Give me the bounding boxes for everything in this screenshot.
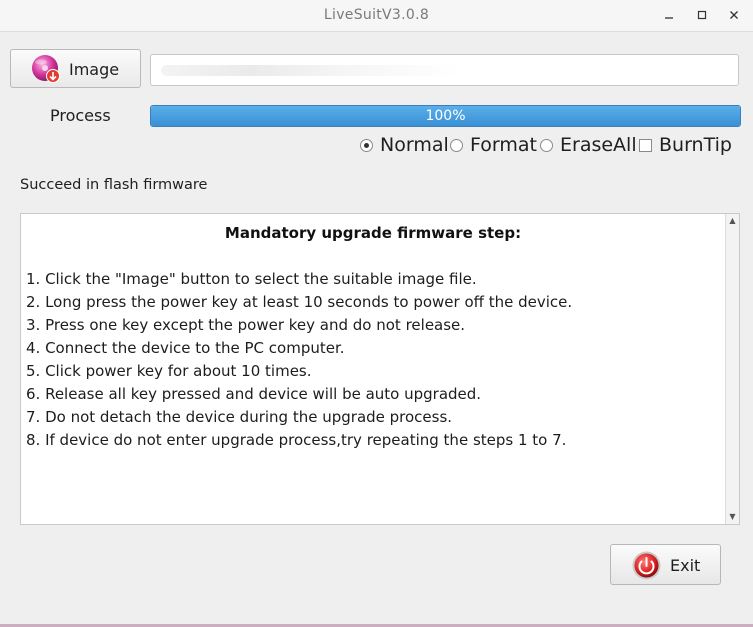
maximize-icon [697,10,707,20]
list-item: 3. Press one key except the power key an… [26,316,466,334]
radio-format[interactable] [450,139,463,152]
instructions-steps: 1. Click the "Image" button to select th… [26,268,572,452]
image-button-label: Image [69,60,120,79]
list-item: 5. Click power key for about 10 times. [26,362,312,380]
mode-burntip-label: BurnTip [659,134,732,156]
minimize-button[interactable] [657,4,681,28]
list-item: 1. Click the "Image" button to select th… [26,270,477,288]
instructions-heading: Mandatory upgrade firmware step: [224,224,522,242]
exit-power-icon [632,551,661,580]
image-disc-icon [32,55,60,83]
status-text: Succeed in flash firmware [20,177,208,193]
progress-percentage: 100% [425,108,466,124]
list-item: 6. Release all key pressed and device wi… [26,385,482,403]
list-item: 2. Long press the power key at least 10 … [26,293,573,311]
exit-button[interactable]: Exit [610,544,721,585]
mode-format-label: Format [470,134,537,156]
maximize-button[interactable] [690,4,714,28]
close-icon [730,11,738,19]
list-item: 4. Connect the device to the PC computer… [26,339,345,357]
minimize-icon [665,17,673,19]
process-label: Process [50,106,111,125]
title-bar: LiveSuitV3.0.8 [0,0,753,32]
checkbox-burntip[interactable] [639,139,652,152]
instructions-box[interactable]: Mandatory upgrade firmware step: 1. Clic… [20,213,740,525]
blurred-path [161,65,461,76]
radio-normal[interactable] [360,139,373,152]
mode-eraseall-label: EraseAll [560,134,637,156]
close-button[interactable] [722,4,746,28]
progress-bar: 100% [150,105,741,127]
scroll-down-icon[interactable]: ▼ [726,511,739,523]
window-title: LiveSuitV3.0.8 [323,7,430,23]
image-button[interactable]: Image [10,49,141,88]
radio-eraseall[interactable] [540,139,553,152]
image-path-field[interactable] [150,54,739,86]
scroll-up-icon[interactable]: ▲ [726,215,739,227]
list-item: 8. If device do not enter upgrade proces… [26,431,567,449]
list-item: 7. Do not detach the device during the u… [26,408,453,426]
vertical-scrollbar[interactable]: ▲ ▼ [725,214,739,524]
mode-normal-label: Normal [380,134,449,156]
exit-button-label: Exit [670,556,701,575]
